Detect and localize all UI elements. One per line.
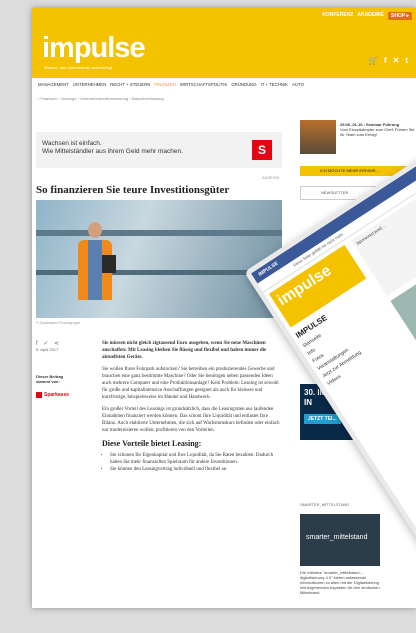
ad-line-1: Wachsen ist einfach. bbox=[42, 140, 102, 147]
event-desc: Vom Einzelkämpfer zum Chef: Führen Sie I… bbox=[340, 127, 415, 137]
site-header: KONFERENZ AKADEMIE SHOP ▸ impulse Wissen… bbox=[32, 8, 416, 78]
tagline: Wissen, das Unternehmer weiterbringt bbox=[44, 65, 113, 70]
image-caption: © Sparkassen Finanzgruppe bbox=[36, 321, 81, 325]
social-icons: 🛒 f ✕ t bbox=[368, 56, 408, 65]
topnav-konferenz[interactable]: KONFERENZ bbox=[322, 12, 353, 20]
smarter-mittelstand-text: Die Initiative "smarter_mittelstand – di… bbox=[300, 570, 380, 595]
nav-it-technik[interactable]: IT + TECHNIK bbox=[261, 82, 288, 87]
breadcrumb[interactable]: › Finanzen › Vorsorge › Unternehmensfina… bbox=[38, 96, 164, 101]
xing-icon[interactable]: ✕ bbox=[393, 56, 400, 65]
ad-label: ANZEIGE bbox=[262, 175, 280, 180]
nav-recht-steuern[interactable]: RECHT + STEUERN bbox=[110, 82, 150, 87]
clipboard bbox=[102, 255, 116, 273]
advantages-list: Sie schonen Ihr Eigenkapital und Ihre Li… bbox=[102, 452, 282, 473]
nav-gruendung[interactable]: GRÜNDUNG bbox=[231, 82, 256, 87]
event-image bbox=[300, 120, 336, 154]
nav-wirtschaftspolitik[interactable]: WIRTSCHAFTSPOLITIK bbox=[180, 82, 227, 87]
worker-head bbox=[88, 222, 102, 238]
article-lead: Sie müssen nicht gleich zigtausend Euro … bbox=[102, 341, 267, 360]
nav-unternehmen[interactable]: UNTERNEHMEN bbox=[73, 82, 106, 87]
nav-auto[interactable]: AUTO bbox=[292, 82, 304, 87]
list-item: Sie können den Leasingvertrag individuel… bbox=[110, 466, 282, 473]
nav-management[interactable]: MANAGEMENT bbox=[38, 82, 69, 87]
article-title: So finanzieren Sie teure Investitionsgüt… bbox=[36, 184, 230, 196]
sparkasse-logo-icon: S bbox=[252, 140, 272, 160]
nav-finanzen[interactable]: FINANZEN bbox=[154, 82, 176, 87]
event-text: 29.06.-01.10.: Seminar Führung Vom Einze… bbox=[340, 122, 416, 137]
main-nav: MANAGEMENT UNTERNEHMEN RECHT + STEUERN F… bbox=[38, 82, 416, 87]
sponsor-logo[interactable]: Sparkasse bbox=[36, 392, 76, 398]
ad-line-2: Wie Mittelständler aus ihrem Geld mehr m… bbox=[42, 148, 183, 155]
article-paragraph: Sie wollen Ihren Fuhrpark aufstocken? Si… bbox=[102, 367, 279, 400]
twitter-icon[interactable]: t bbox=[405, 56, 408, 65]
promo-button[interactable]: JETZT TEI... bbox=[304, 414, 341, 424]
ad-banner[interactable]: Wachsen ist einfach. Wie Mittelständler … bbox=[36, 132, 282, 168]
share-icons[interactable]: f ✓ ⋖ bbox=[36, 340, 76, 347]
worker-shirt bbox=[88, 240, 102, 300]
article-hero-image bbox=[36, 200, 282, 318]
cart-icon[interactable]: 🛒 bbox=[368, 56, 378, 65]
machine-rail bbox=[36, 230, 282, 236]
smarter-mittelstand-banner[interactable]: smarter_mittelstand bbox=[300, 514, 380, 566]
section-heading: Diese Vorteile bietet Leasing: bbox=[102, 439, 202, 448]
facebook-icon[interactable]: f bbox=[384, 56, 387, 65]
smarter-mittelstand-label: SMARTER_MITTELSTAND bbox=[300, 502, 350, 507]
site-logo[interactable]: impulse bbox=[42, 32, 146, 65]
shop-button[interactable]: SHOP ▸ bbox=[388, 12, 412, 20]
article-date: 5. April 2017 bbox=[36, 347, 59, 352]
sponsor-name: Sparkasse bbox=[44, 392, 70, 398]
top-nav: KONFERENZ AKADEMIE SHOP ▸ bbox=[322, 12, 412, 20]
list-item: Sie schonen Ihr Eigenkapital und Ihre Li… bbox=[110, 452, 282, 466]
topnav-akademie[interactable]: AKADEMIE bbox=[357, 12, 384, 20]
article-meta: f ✓ ⋖ 5. April 2017 Dieser Beitrag stamm… bbox=[36, 340, 76, 398]
article-body: Sie müssen nicht gleich zigtausend Euro … bbox=[102, 340, 282, 473]
sparkasse-icon bbox=[36, 392, 42, 398]
article-paragraph: Ein großer Vorteil des Leasings ist grun… bbox=[102, 407, 280, 433]
ad-text: Wachsen ist einfach. Wie Mittelständler … bbox=[42, 140, 183, 156]
smarter-mittelstand-brand: smarter_mittelstand bbox=[306, 534, 368, 541]
sponsor-label: Dieser Beitrag stammt von: bbox=[36, 374, 64, 384]
event-card[interactable]: 29.06.-01.10.: Seminar Führung Vom Einze… bbox=[300, 120, 416, 160]
